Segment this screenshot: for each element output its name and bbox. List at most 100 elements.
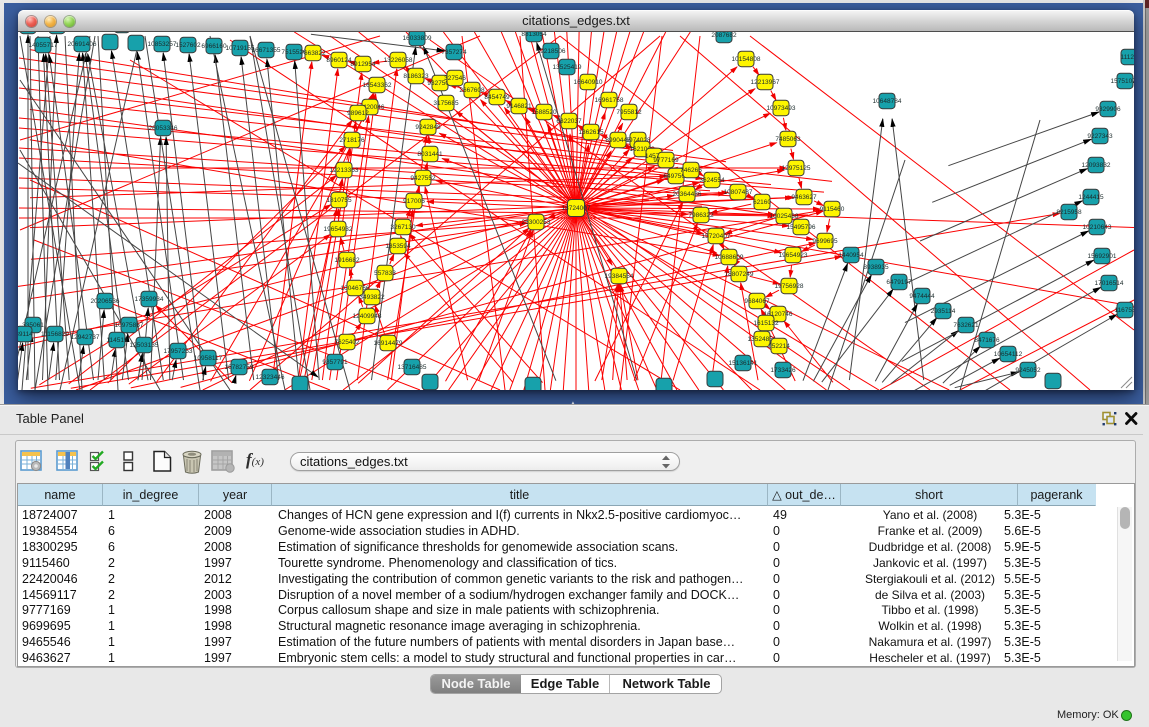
svg-text:1733426: 1733426 [770,367,796,374]
svg-text:11121: 11121 [1120,54,1134,61]
svg-text:19756928: 19756928 [775,283,804,290]
svg-text:18724007: 18724007 [562,205,591,212]
svg-text:16782759: 16782759 [225,364,254,371]
svg-text:15495796: 15495796 [787,224,816,231]
svg-text:12975125: 12975125 [782,165,811,172]
svg-text:16914479: 16914479 [374,340,403,347]
svg-text:1810755: 1810755 [326,197,352,204]
svg-text:9474444: 9474444 [909,293,935,300]
svg-text:7955812: 7955812 [616,109,642,116]
svg-text:12093832: 12093832 [1082,162,1111,169]
svg-text:15720407: 15720407 [702,233,731,240]
svg-text:19654932: 19654932 [324,226,353,233]
svg-text:2087682: 2087682 [711,32,737,39]
svg-text:62160: 62160 [753,199,771,206]
svg-text:7357274: 7357274 [441,49,467,56]
svg-text:10154808: 10154808 [732,56,761,63]
svg-text:327546: 327546 [444,75,466,82]
svg-text:16543362: 16543362 [363,82,392,89]
svg-text:9699695: 9699695 [812,238,838,245]
svg-text:10958117: 10958117 [194,355,223,362]
svg-text:12409948: 12409948 [353,313,382,320]
svg-text:12213363: 12213363 [330,167,359,174]
svg-text:26053346: 26053346 [149,125,178,132]
svg-text:7663822: 7663822 [300,50,326,57]
svg-text:17359934: 17359934 [135,296,164,303]
svg-text:3175685: 3175685 [433,100,459,107]
svg-text:2935114: 2935114 [931,308,956,315]
svg-text:17016514: 17016514 [1095,280,1124,287]
svg-text:13226058: 13226058 [384,57,413,64]
svg-text:16961758: 16961758 [595,97,624,104]
svg-text:9857791: 9857791 [322,359,348,366]
svg-text:6966160: 6966160 [201,43,227,50]
svg-text:16640910: 16640910 [574,79,603,86]
svg-text:19654923: 19654923 [779,252,808,259]
svg-text:3267130: 3267130 [390,224,416,231]
svg-text:116753: 116753 [1114,307,1134,314]
svg-text:10688609: 10688609 [715,254,744,261]
svg-text:10719155: 10719155 [226,45,255,52]
svg-text:10654112: 10654112 [994,351,1023,358]
svg-text:10853257: 10853257 [148,41,177,48]
svg-text:9245052: 9245052 [1015,367,1041,374]
svg-text:18807249: 18807249 [725,271,754,278]
svg-text:2667608: 2667608 [459,87,485,94]
svg-text:9115460: 9115460 [820,206,845,213]
svg-text:9242848: 9242848 [415,124,441,131]
svg-text:7632621: 7632621 [953,322,979,329]
svg-text:19384554: 19384554 [605,273,634,280]
svg-text:1615132: 1615132 [753,320,779,327]
svg-text:557833: 557833 [374,270,396,277]
svg-text:13716485: 13716485 [398,364,427,371]
svg-text:8813054: 8813054 [521,32,547,38]
svg-text:2718176: 2718176 [339,137,365,144]
svg-text:8960124: 8960124 [326,57,352,64]
svg-text:10025438: 10025438 [770,213,799,220]
svg-text:6322037: 6322037 [556,118,582,125]
svg-text:10975867: 10975867 [115,322,144,329]
svg-text:13525419: 13525419 [553,64,582,71]
svg-text:1353594: 1353594 [385,243,411,250]
svg-text:15692901: 15692901 [1088,253,1117,260]
svg-text:16033809: 16033809 [403,35,432,42]
svg-text:7986322: 7986322 [688,212,714,219]
svg-text:6479197: 6479197 [886,279,912,286]
svg-text:9777169: 9777169 [653,157,679,164]
svg-text:8471676: 8471676 [974,337,1000,344]
svg-text:1527602: 1527602 [175,42,201,49]
svg-text:10973493: 10973493 [767,105,796,112]
svg-text:15751074: 15751074 [1111,78,1134,85]
svg-text:19218506: 19218506 [537,48,566,55]
svg-text:14055717: 14055717 [29,42,58,49]
svg-text:746266: 746266 [680,167,702,174]
svg-text:3493822: 3493822 [359,294,385,301]
svg-text:16671355: 16671355 [252,47,281,54]
svg-text:1362615: 1362615 [578,129,604,136]
svg-text:1588520: 1588520 [531,109,557,116]
svg-text:7485063: 7485063 [775,136,801,143]
svg-text:8186323: 8186323 [403,73,429,80]
svg-text:8454749: 8454749 [484,94,510,101]
svg-text:15136141: 15136141 [729,360,758,367]
svg-text:9227343: 9227343 [1087,133,1113,140]
svg-text:989612: 989612 [347,110,369,117]
svg-text:8215958: 8215958 [1056,209,1082,216]
svg-text:17957253: 17957253 [164,348,193,355]
svg-text:1244415: 1244415 [1078,194,1104,201]
svg-text:9463627: 9463627 [791,194,817,201]
svg-text:917006: 917006 [403,198,425,205]
svg-text:8031441: 8031441 [417,151,443,158]
svg-text:9427552: 9427552 [410,175,436,182]
svg-text:11156829: 11156829 [41,331,69,338]
svg-text:1916682: 1916682 [334,257,360,264]
svg-text:12323446: 12323446 [256,374,285,381]
svg-text:8938935: 8938935 [863,264,889,271]
svg-text:9329906: 9329906 [1095,106,1121,113]
svg-text:39114: 39114 [18,331,33,338]
svg-text:7625402: 7625402 [334,339,360,346]
svg-text:25300253: 25300253 [522,219,551,226]
svg-text:1440954: 1440954 [838,252,864,259]
svg-text:10648784: 10648784 [873,98,902,105]
svg-text:12213967: 12213967 [751,79,780,86]
